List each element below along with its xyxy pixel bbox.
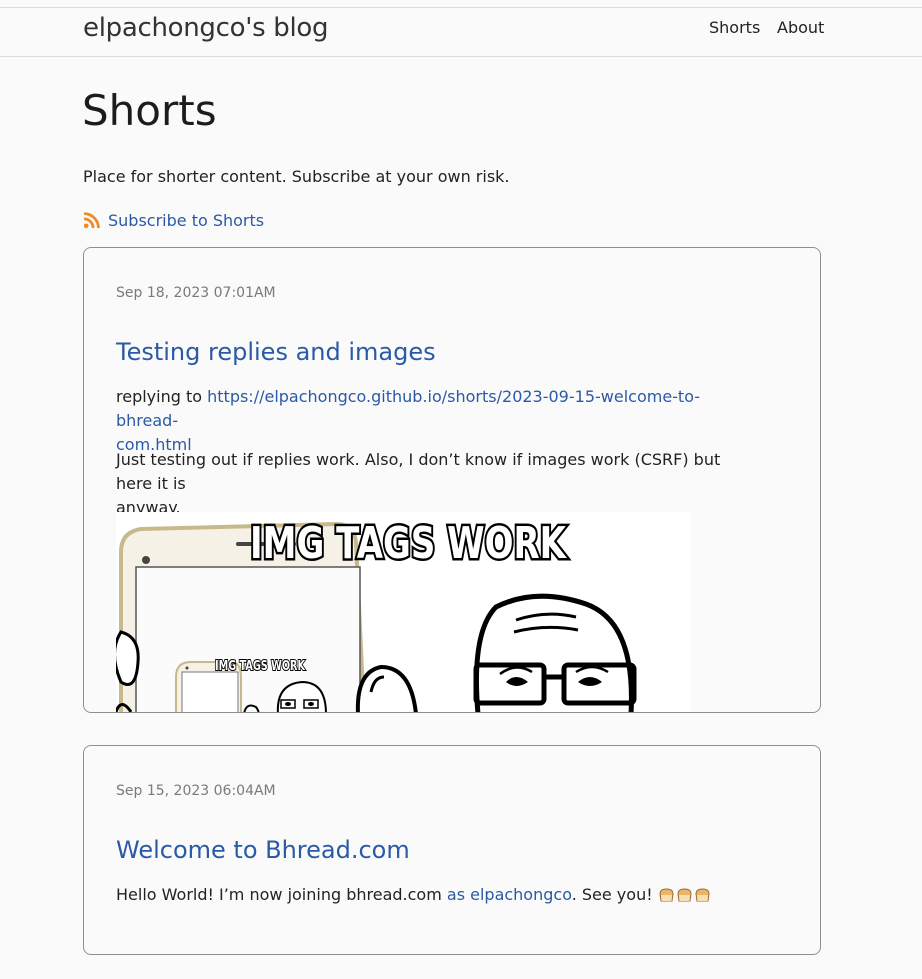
bread-emoji-icon (695, 888, 710, 902)
bread-emojis (658, 887, 711, 903)
site-brand[interactable]: elpachongco's blog (83, 13, 329, 43)
bread-emoji-icon (677, 888, 692, 902)
post-card: Sep 18, 2023 07:01AM Testing replies and… (83, 247, 821, 713)
post-card: Sep 15, 2023 06:04AM Welcome to Bhread.c… (83, 745, 821, 955)
page-intro: Place for shorter content. Subscribe at … (83, 167, 510, 186)
body-line1: Just testing out if replies work. Also, … (116, 450, 721, 493)
post-date: Sep 15, 2023 06:04AM (116, 783, 276, 799)
reply-prefix: replying to (116, 387, 208, 406)
meme-caption-small: IMG TAGS WORK (215, 659, 306, 674)
subscribe-link[interactable]: Subscribe to Shorts (83, 209, 264, 231)
profile-link[interactable]: as elpachongco (447, 885, 572, 904)
meme-caption: IMG TAGS WORK (250, 518, 567, 569)
body-text-start: Hello World! I’m now joining bhread.com (116, 885, 447, 904)
rss-icon (83, 211, 100, 228)
meme-image: IMG TAGS WORK IMG TAGS WORK (116, 512, 690, 712)
nav-link-shorts[interactable]: Shorts (709, 18, 760, 37)
post-body: Hello World! I’m now joining bhread.com … (116, 883, 756, 907)
subscribe-label: Subscribe to Shorts (108, 210, 265, 230)
meme-drawing: IMG TAGS WORK IMG TAGS WORK (116, 512, 690, 712)
bread-emoji-icon (659, 888, 674, 902)
navbar: elpachongco's blog Shorts About (0, 8, 922, 57)
body-text-end: . See you! (571, 885, 658, 904)
nav-link-about[interactable]: About (777, 18, 824, 37)
reply-paragraph: replying to https://elpachongco.github.i… (116, 385, 756, 457)
post-body: Just testing out if replies work. Also, … (116, 448, 756, 520)
post-title[interactable]: Testing replies and images (116, 338, 436, 366)
post-title[interactable]: Welcome to Bhread.com (116, 836, 410, 864)
page-title: Shorts (82, 86, 217, 135)
post-date: Sep 18, 2023 07:01AM (116, 285, 276, 301)
